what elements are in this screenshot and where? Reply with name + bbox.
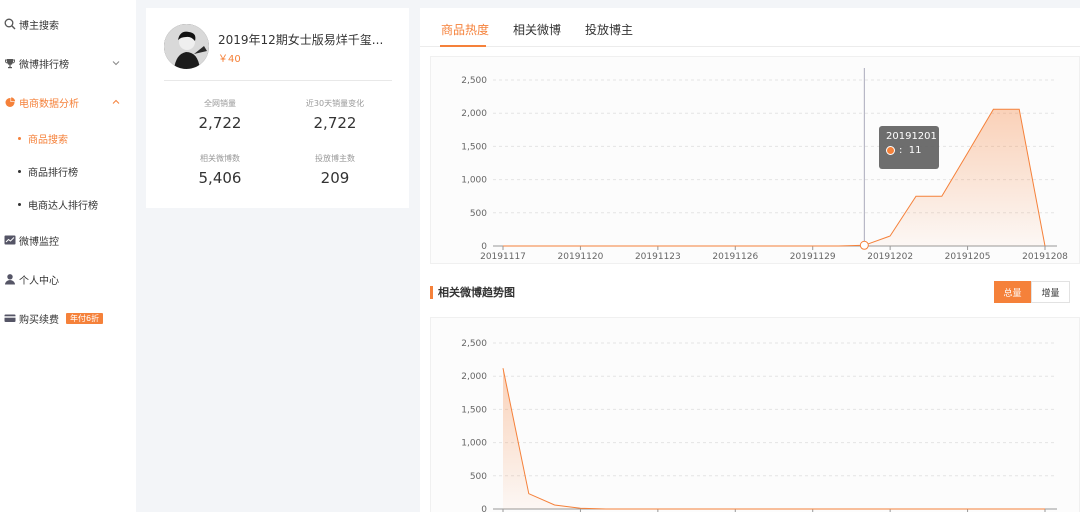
- x-tick-label: 20191123: [635, 252, 681, 262]
- sidebar: 博主搜索 微博排行榜 电商数据分析 商品搜索 商品排行榜 电商达人排行榜 微博监…: [0, 0, 136, 512]
- card-icon: [4, 312, 16, 324]
- line-chart-icon: [4, 234, 16, 246]
- heat-chart-svg: 0 500 1,000 1,500 2,000 2,500 20191117 20191120…: [461, 68, 1068, 262]
- stat-value: 209: [320, 169, 350, 187]
- y-tick-label: 1,000: [461, 176, 487, 186]
- stat-value: 2,722: [198, 114, 242, 132]
- highlight-point: [859, 240, 869, 250]
- sidebar-item-blogger-search[interactable]: 博主搜索: [0, 12, 136, 36]
- stat-bloggers: 投放博主数 209: [280, 153, 390, 187]
- stat-30day-change: 近30天销量变化 2,722: [280, 98, 390, 132]
- sidebar-item-label: 购买续费: [19, 314, 59, 326]
- sidebar-subitem-label: 商品搜索: [28, 134, 68, 146]
- promo-badge: 年付6折: [66, 312, 104, 324]
- sidebar-subitem-product-search[interactable]: 商品搜索: [18, 128, 68, 148]
- y-tick-label: 0: [481, 242, 487, 252]
- sidebar-item-label: 博主搜索: [19, 20, 59, 32]
- bullet-dot: [18, 202, 21, 206]
- tab-product-heat[interactable]: 商品热度: [441, 21, 489, 38]
- sidebar-item-label: 个人中心: [19, 275, 59, 287]
- pie-chart-icon: [4, 96, 16, 108]
- tooltip-number: 11: [908, 145, 922, 156]
- tooltip-dot: [886, 146, 895, 155]
- y-tick-label: 2,500: [461, 76, 487, 86]
- series-area: [503, 109, 1045, 246]
- x-tick-label: 20191120: [558, 252, 604, 262]
- sidebar-subitem-product-ranking[interactable]: 商品排行榜: [18, 161, 78, 181]
- product-card: 2019年12期女士版易烊千玺... ￥40 全网销量 2,722 近30天销量…: [146, 8, 409, 208]
- section-title-text: 相关微博趋势图: [438, 286, 515, 299]
- x-tick-label: 20191202: [867, 252, 913, 262]
- sidebar-item-ecommerce-analysis[interactable]: 电商数据分析: [0, 90, 136, 114]
- chevron-down-icon: [110, 57, 122, 69]
- stat-total-sales: 全网销量 2,722: [165, 98, 275, 132]
- sidebar-subitem-influencer-ranking[interactable]: 电商达人排行榜: [18, 194, 98, 214]
- tab-bloggers[interactable]: 投放博主: [585, 21, 633, 38]
- stat-label: 相关微博数: [200, 154, 240, 163]
- sidebar-subitem-label: 商品排行榜: [28, 167, 78, 179]
- series-line: [502, 368, 1045, 510]
- avatar: [164, 24, 209, 69]
- y-tick-label: 500: [470, 209, 487, 219]
- y-tick-label: 0: [481, 505, 487, 512]
- heat-chart: 0 500 1,000 1,500 2,000 2,500 20191117 20191120…: [430, 56, 1080, 264]
- tab-underline: [440, 45, 486, 47]
- product-price: ￥40: [218, 54, 241, 65]
- title-accent-bar: [430, 285, 433, 299]
- sidebar-item-personal-center[interactable]: 个人中心: [0, 267, 136, 291]
- y-tick-label: 2,500: [461, 339, 487, 349]
- sidebar-item-label: 电商数据分析: [19, 98, 79, 110]
- bullet-dot: [18, 169, 21, 173]
- y-tick-label: 2,000: [461, 109, 487, 119]
- y-tick-label: 500: [470, 472, 487, 482]
- stat-label: 近30天销量变化: [305, 99, 365, 108]
- search-icon: [4, 18, 16, 30]
- tab-related-weibo[interactable]: 相关微博: [513, 21, 561, 38]
- stat-value: 5,406: [198, 169, 242, 187]
- tooltip-date: 20191201: [886, 131, 937, 142]
- y-tick-label: 1,500: [461, 405, 487, 415]
- y-tick-label: 1,000: [461, 439, 487, 449]
- increment-toggle-button[interactable]: 增量: [1031, 281, 1070, 303]
- stat-value: 2,722: [313, 114, 357, 132]
- divider: [164, 80, 392, 81]
- series-area: [503, 368, 1045, 509]
- stat-label: 投放博主数: [315, 154, 355, 163]
- trophy-icon: [4, 57, 16, 69]
- weibo-trend-chart: 0 500 1,000 1,500 2,000 2,500: [430, 317, 1080, 512]
- user-icon: [4, 273, 16, 285]
- x-tick-label: 20191205: [945, 252, 991, 262]
- sidebar-item-purchase[interactable]: 购买续费 年付6折: [0, 306, 136, 330]
- sidebar-item-weibo-monitor[interactable]: 微博监控: [0, 228, 136, 252]
- main-panel: 商品热度 相关微博 投放博主 0 500 1,000 1,500 2,000 2,500 2…: [420, 8, 1080, 512]
- sidebar-subitem-label: 电商达人排行榜: [28, 200, 98, 212]
- product-title[interactable]: 2019年12期女士版易烊千玺...: [218, 31, 383, 48]
- x-tick-label: 20191117: [480, 252, 526, 262]
- total-toggle-button[interactable]: 总量: [994, 281, 1031, 303]
- stat-related-weibo: 相关微博数 5,406: [165, 153, 275, 187]
- weibo-trend-chart-svg: 0 500 1,000 1,500 2,000 2,500: [461, 339, 1057, 512]
- sidebar-item-weibo-ranking[interactable]: 微博排行榜: [0, 51, 136, 75]
- stat-label: 全网销量: [204, 99, 236, 108]
- y-tick-label: 2,000: [461, 372, 487, 382]
- tab-bar: 商品热度 相关微博 投放博主: [420, 8, 1080, 47]
- section-title: 相关微博趋势图: [430, 285, 515, 299]
- chevron-up-icon: [110, 96, 122, 108]
- y-tick-label: 1,500: [461, 142, 487, 152]
- x-tick-label: 20191208: [1022, 252, 1068, 262]
- tooltip-value: : 11: [899, 145, 922, 156]
- chart-tooltip: 20191201 : 11: [879, 126, 939, 169]
- sidebar-item-label: 微博监控: [19, 236, 59, 248]
- sidebar-item-label: 微博排行榜: [19, 59, 69, 71]
- x-tick-label: 20191126: [712, 252, 758, 262]
- bullet-dot: [18, 136, 21, 140]
- x-tick-label: 20191129: [790, 252, 836, 262]
